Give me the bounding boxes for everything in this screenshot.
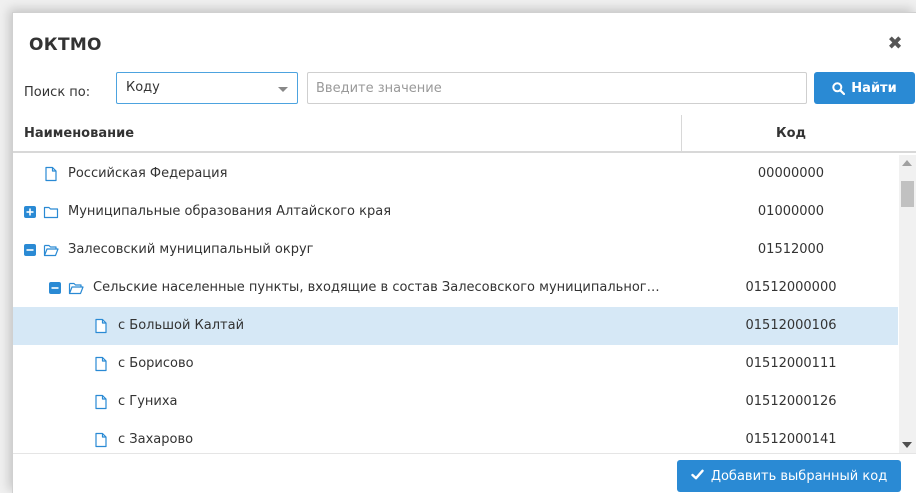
table-header: Наименование Код [13, 115, 916, 153]
find-button-label: Найти [851, 80, 897, 96]
file-icon [93, 394, 109, 410]
row-code: 01512000000 [745, 280, 837, 295]
row-code: 01512000141 [745, 432, 837, 447]
file-icon [93, 318, 109, 334]
search-field-value: Коду [126, 80, 160, 95]
add-selected-code-label: Добавить выбранный код [710, 468, 888, 484]
table-row[interactable]: с Большой Калтай 01512000106 [13, 307, 898, 345]
table-row[interactable]: с Гуниха 01512000126 [13, 383, 898, 421]
search-by-label: Поиск по: [24, 85, 91, 100]
table-row[interactable]: с Захарово 01512000141 [13, 421, 898, 453]
row-name: с Борисово [118, 356, 194, 371]
file-icon [93, 356, 109, 372]
table-row[interactable]: Российская Федерация 00000000 [13, 155, 898, 193]
vertical-scrollbar[interactable] [899, 155, 916, 453]
row-code: 01000000 [757, 204, 825, 219]
row-name: с Гуниха [118, 394, 178, 409]
dialog-title: ОКТМО [29, 35, 102, 55]
table-row[interactable]: Сельские населенные пункты, входящие в с… [13, 269, 898, 307]
row-code: 01512000126 [745, 394, 837, 409]
search-input[interactable] [307, 72, 807, 104]
column-header-code[interactable]: Код [681, 126, 901, 141]
row-name: Залесовский муниципальный округ [68, 242, 314, 257]
scrollbar-thumb[interactable] [901, 181, 914, 207]
tree-table-body: Российская Федерация 00000000 Муниципальны… [13, 155, 898, 453]
check-icon [691, 469, 704, 484]
row-name: с Захарово [118, 432, 194, 447]
column-header-name[interactable]: Наименование [24, 126, 134, 141]
file-icon [93, 432, 109, 448]
footer-divider [13, 453, 916, 454]
collapse-icon[interactable] [24, 244, 36, 256]
row-name: Муниципальные образования Алтайского кра… [68, 204, 392, 219]
row-code: 01512000111 [745, 356, 837, 371]
table-row[interactable]: с Борисово 01512000111 [13, 345, 898, 383]
scroll-down-icon[interactable] [902, 442, 912, 448]
search-icon [832, 81, 846, 95]
row-name: Сельские населенные пункты, входящие в с… [93, 280, 660, 295]
folder-open-icon [68, 280, 84, 296]
row-code: 00000000 [757, 166, 825, 181]
expand-icon[interactable] [24, 206, 36, 218]
collapse-icon[interactable] [49, 282, 61, 294]
chevron-down-icon [278, 87, 288, 92]
scroll-up-icon[interactable] [902, 160, 912, 166]
file-icon [43, 166, 59, 182]
row-name: Российская Федерация [68, 166, 228, 181]
folder-open-icon [43, 242, 59, 258]
row-name: с Большой Калтай [118, 318, 245, 333]
find-button[interactable]: Найти [814, 72, 915, 104]
row-code: 01512000 [757, 242, 825, 257]
row-code: 01512000106 [745, 318, 837, 333]
oktmo-dialog: ОКТМО ✖ Поиск по: Коду Найти Наименовани… [12, 12, 916, 493]
folder-closed-icon [43, 204, 59, 220]
table-row[interactable]: Муниципальные образования Алтайского кра… [13, 193, 898, 231]
search-field-select[interactable]: Коду [116, 72, 298, 104]
table-row[interactable]: Залесовский муниципальный округ 01512000 [13, 231, 898, 269]
add-selected-code-button[interactable]: Добавить выбранный код [677, 460, 901, 492]
close-icon[interactable]: ✖ [886, 35, 904, 53]
